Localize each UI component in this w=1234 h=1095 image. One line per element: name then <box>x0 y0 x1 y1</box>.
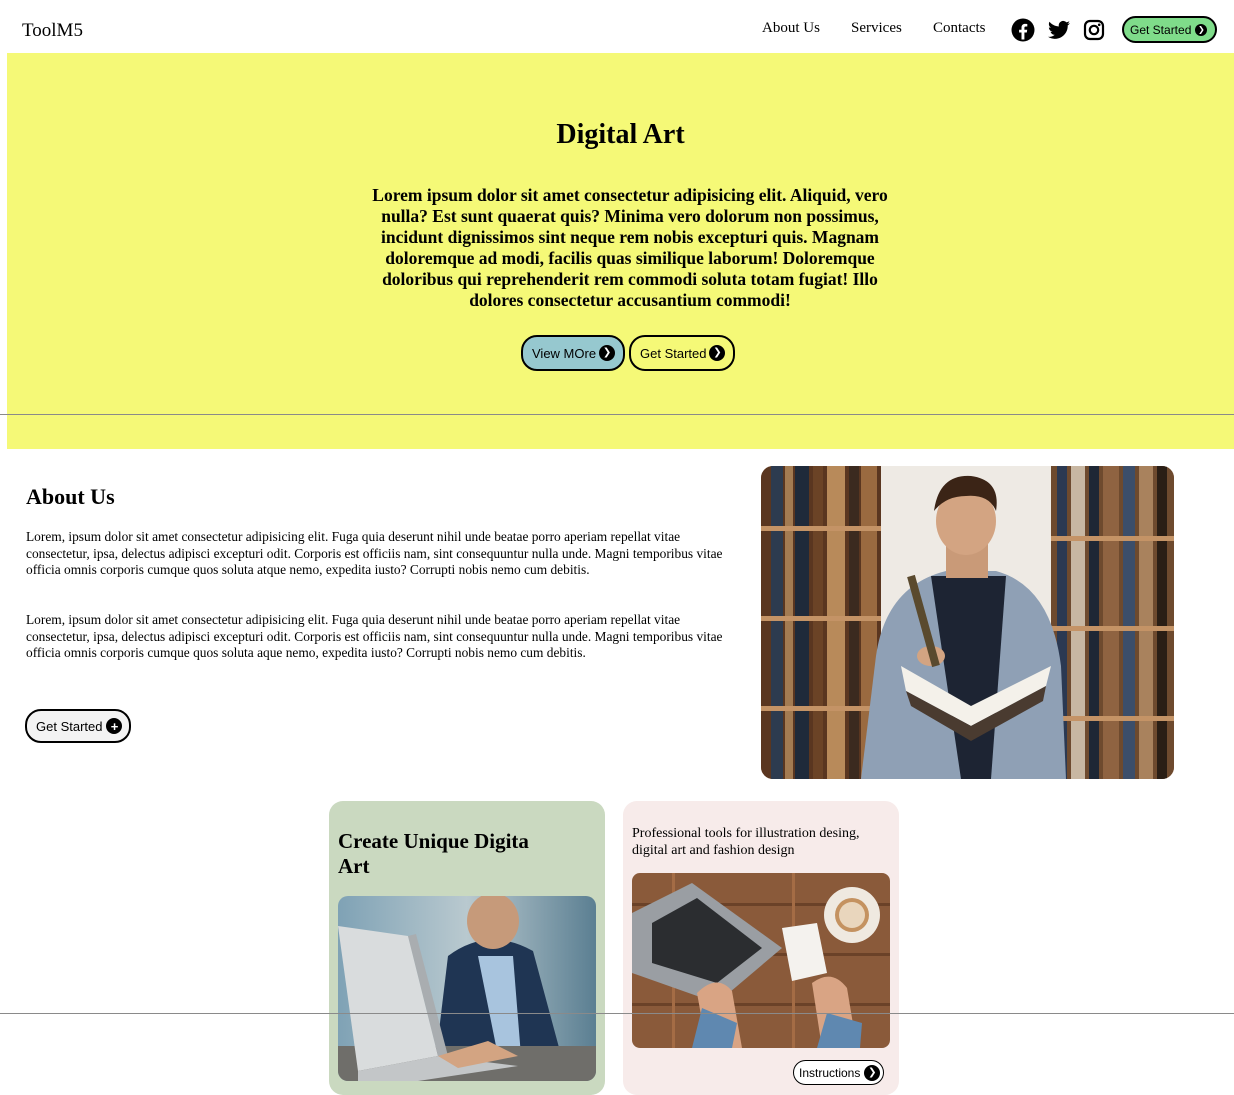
chevron-right-icon: ❯ <box>599 345 616 361</box>
nav-link-contacts[interactable]: Contacts <box>933 20 986 37</box>
student-library-image <box>761 466 1174 779</box>
about-title: About Us <box>26 484 115 509</box>
about-get-started-button[interactable]: Get Started + <box>25 709 132 743</box>
horizontal-divider-lower <box>0 1013 1234 1014</box>
brand-logo[interactable]: ToolM5 <box>22 20 83 42</box>
hero-text: Lorem ipsum dolor sit amet consectetur a… <box>372 185 888 310</box>
view-more-label: View MOre <box>532 345 597 361</box>
chevron-right-icon: ❯ <box>864 1064 881 1081</box>
facebook-icon[interactable] <box>1011 18 1035 42</box>
nav-link-about-us[interactable]: About Us <box>762 20 820 37</box>
nav-get-started-label: Get Started <box>1130 22 1192 37</box>
hero-get-started-label: Get Started <box>640 345 707 361</box>
card-description: Professional tools for illustration desi… <box>632 826 860 858</box>
instagram-icon[interactable] <box>1082 18 1106 42</box>
plus-icon: + <box>106 718 123 734</box>
about-paragraph-2: Lorem, ipsum dolor sit amet consectetur … <box>26 612 723 661</box>
hero-title: Digital Art <box>556 119 685 150</box>
horizontal-divider <box>0 414 1234 415</box>
nav-get-started-button[interactable]: Get Started ❯ <box>1122 16 1218 43</box>
card-professional-tools: Professional tools for illustration desi… <box>623 801 899 1095</box>
hero-section: Digital Art Lorem ipsum dolor sit amet c… <box>7 53 1234 449</box>
about-get-started-label: Get Started <box>36 718 103 734</box>
twitter-icon[interactable] <box>1047 18 1071 42</box>
view-more-button[interactable]: View MOre ❯ <box>521 335 626 371</box>
card-create-unique: Create Unique Digita Art <box>329 801 605 1095</box>
nav-link-services[interactable]: Services <box>851 20 902 37</box>
about-paragraph-1: Lorem, ipsum dolor sit amet consectetur … <box>26 529 723 578</box>
laptop-man-image <box>338 896 596 1081</box>
hero-get-started-button[interactable]: Get Started ❯ <box>629 335 736 371</box>
laptop-desk-image <box>632 873 890 1048</box>
instructions-label: Instructions <box>799 1065 861 1080</box>
chevron-right-icon: ❯ <box>1195 23 1208 36</box>
instructions-button[interactable]: Instructions ❯ <box>793 1060 885 1085</box>
card-title: Create Unique Digita Art <box>338 829 529 878</box>
chevron-right-icon: ❯ <box>709 345 726 361</box>
top-navbar: ToolM5 About Us Services Contacts Get St… <box>0 0 1234 53</box>
